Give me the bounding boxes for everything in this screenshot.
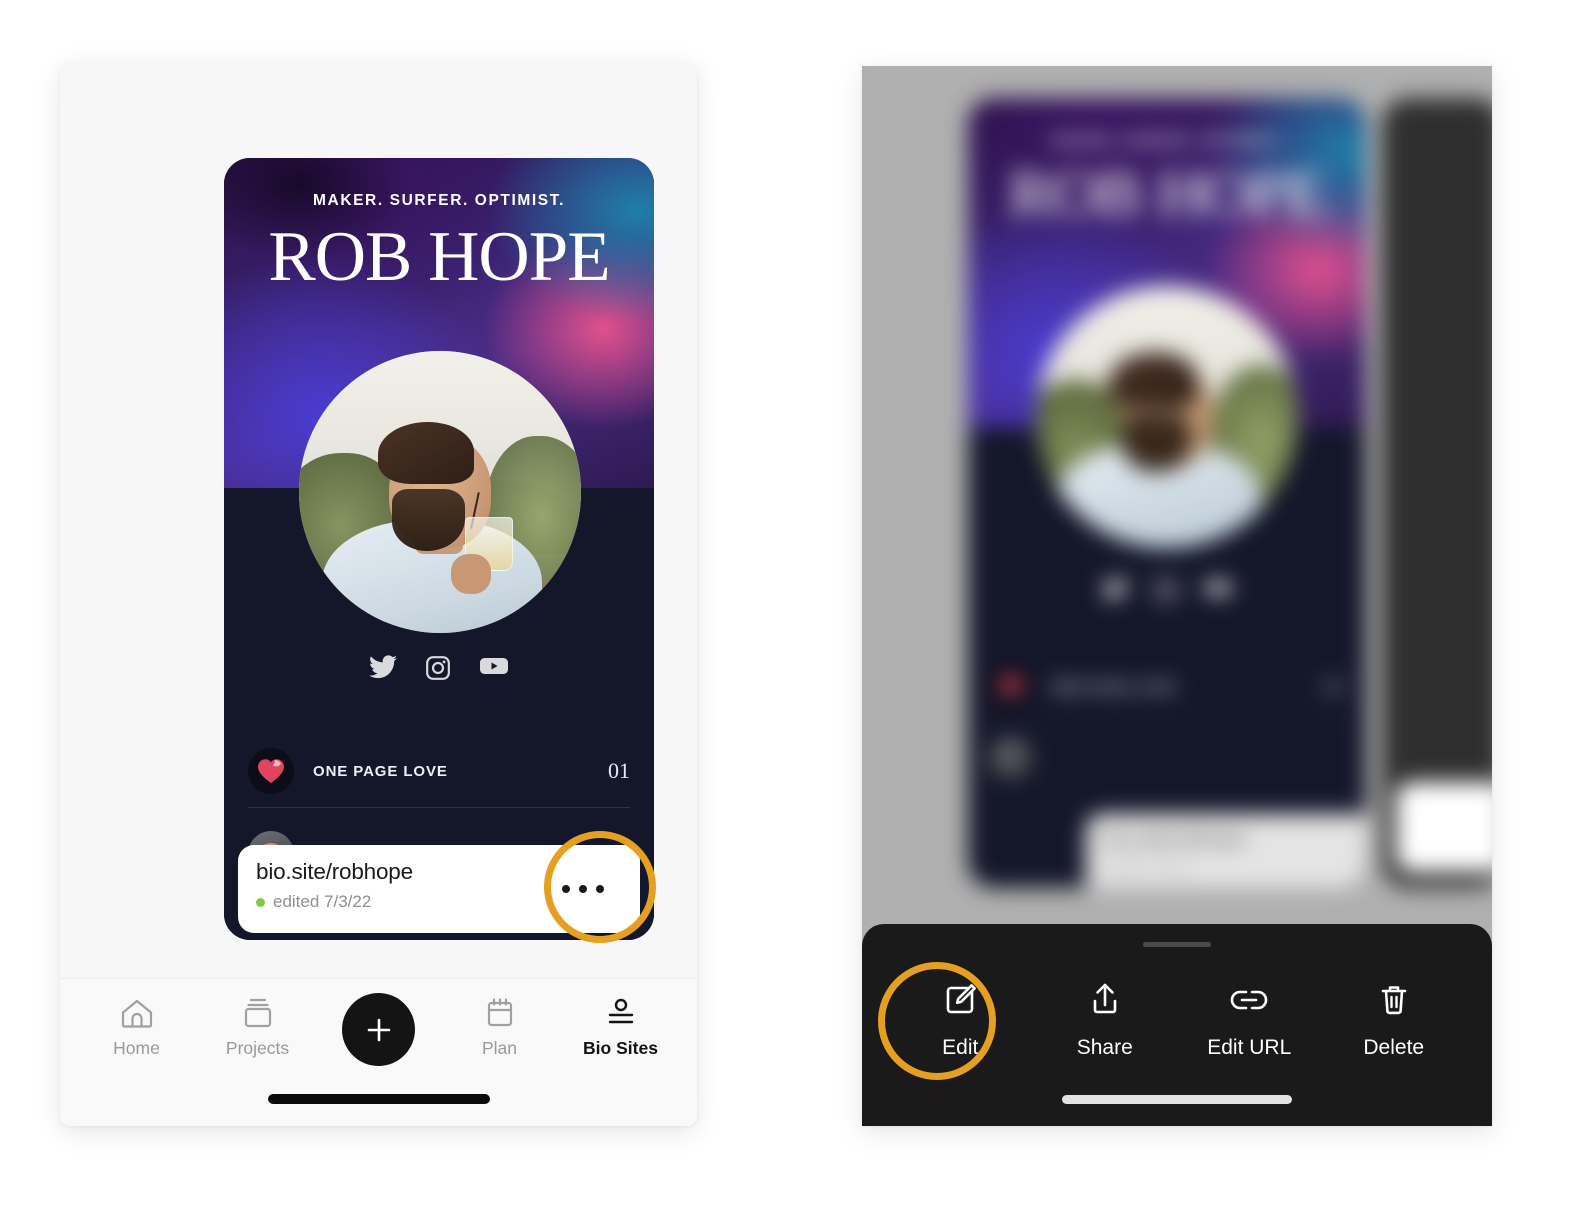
tab-create[interactable] xyxy=(333,993,425,1066)
bio-link-divider xyxy=(248,807,630,808)
blurred-link-row: ONE PAGE LOVE 01 xyxy=(990,658,1344,716)
tab-plan-label: Plan xyxy=(481,1038,518,1058)
blurred-url: bio.site/robhope xyxy=(1104,828,1247,850)
blurred-profile-photo xyxy=(1036,286,1298,548)
tab-projects[interactable]: Projects xyxy=(212,997,304,1059)
bio-link-item[interactable]: ONE PAGE LOVE 01 xyxy=(248,740,630,802)
social-links-row xyxy=(224,655,654,681)
blurred-url-card: bio.site/robhope edited 7/3/22 ••• xyxy=(1086,814,1366,888)
edit-url-action[interactable]: Edit URL xyxy=(1185,978,1313,1060)
sheet-grabber-handle[interactable] xyxy=(1143,942,1211,947)
status-dot-icon xyxy=(256,897,265,907)
bio-sites-icon xyxy=(608,998,633,1024)
bio-link-title: ONE PAGE LOVE xyxy=(313,762,448,780)
tab-home-label: Home xyxy=(113,1038,160,1058)
blurred-socials xyxy=(968,578,1366,602)
link-chain-icon xyxy=(1231,990,1268,1010)
tab-projects-label: Projects xyxy=(225,1038,290,1058)
bio-site-preview-card[interactable]: MAKER. SURFER. OPTIMIST. ROB HOPE ONE PA… xyxy=(224,158,654,940)
blurred-edited-label: edited 7/3/22 xyxy=(1104,859,1191,876)
calendar-icon xyxy=(487,998,512,1027)
blurred-link-title: ONE PAGE LOVE xyxy=(1050,679,1177,695)
profile-photo xyxy=(299,351,581,633)
highlight-ring-more-options xyxy=(544,831,656,943)
heart-icon xyxy=(990,666,1032,708)
instagram-icon[interactable] xyxy=(425,655,451,681)
share-action[interactable]: Share xyxy=(1041,978,1169,1060)
projects-icon xyxy=(244,998,271,1028)
tab-bio-sites[interactable]: Bio Sites xyxy=(575,997,667,1059)
share-action-label: Share xyxy=(1076,1036,1133,1059)
twitter-icon[interactable] xyxy=(369,655,397,681)
home-indicator xyxy=(1062,1095,1292,1104)
delete-action[interactable]: Delete xyxy=(1330,978,1458,1060)
heart-icon xyxy=(248,748,294,794)
blurred-link-number: 01 xyxy=(1324,675,1344,698)
screenshot-stage: MAKER. SURFER. OPTIMIST. ROB HOPE ONE PA… xyxy=(0,0,1580,1214)
bio-display-name: ROB HOPE xyxy=(268,218,610,296)
bio-link-number: 01 xyxy=(608,758,630,783)
home-icon xyxy=(121,999,152,1028)
youtube-icon[interactable] xyxy=(479,655,509,681)
trash-icon xyxy=(1381,986,1407,1015)
blurred-secondary-card xyxy=(1382,98,1492,888)
blurred-link-thumbnail xyxy=(990,738,1032,780)
blurred-tagline: MAKER. SURFER. OPTIMIST. xyxy=(1052,132,1282,148)
tab-bio-sites-label: Bio Sites xyxy=(583,1038,658,1058)
twitter-icon xyxy=(1102,578,1128,600)
highlight-ring-edit-action xyxy=(878,962,996,1080)
blurred-bio-site-card: MAKER. SURFER. OPTIMIST. ROB HOPE ONE PA… xyxy=(968,98,1366,888)
blurred-display-name: ROB HOPE xyxy=(1008,157,1327,230)
bottom-tab-bar: Home Projects Plan Bio Sites xyxy=(60,978,697,1126)
add-button[interactable] xyxy=(342,993,415,1066)
edited-label: edited 7/3/22 xyxy=(273,892,372,911)
edit-url-action-label: Edit URL xyxy=(1207,1036,1292,1059)
bio-tagline: MAKER. SURFER. OPTIMIST. xyxy=(313,192,565,209)
left-phone-screen: MAKER. SURFER. OPTIMIST. ROB HOPE ONE PA… xyxy=(60,62,697,1126)
home-indicator xyxy=(267,1094,490,1104)
delete-action-label: Delete xyxy=(1363,1036,1425,1059)
plus-icon xyxy=(367,1018,390,1041)
youtube-icon xyxy=(1205,580,1231,596)
share-upload-icon xyxy=(1093,983,1117,1014)
tab-home[interactable]: Home xyxy=(91,997,183,1059)
tab-plan[interactable]: Plan xyxy=(454,997,546,1059)
instagram-icon xyxy=(1155,579,1177,601)
